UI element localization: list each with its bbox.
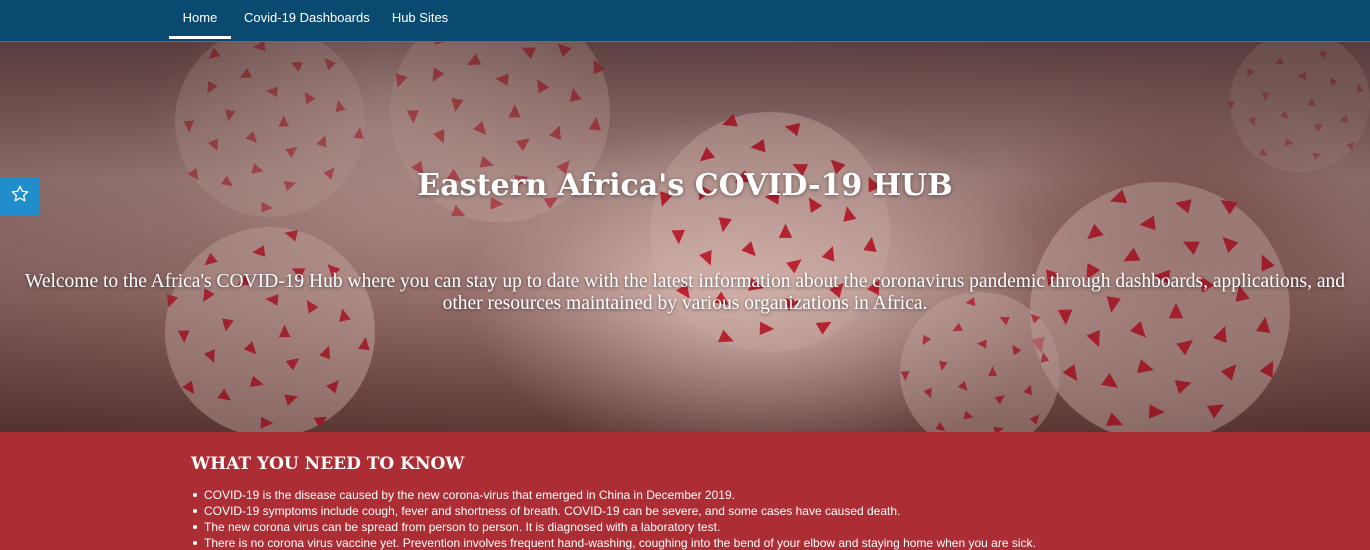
hero-overlay [0,42,1370,432]
hero-banner: Eastern Africa's COVID-19 HUB Welcome to… [0,42,1370,432]
what-you-need-to-know-section: WHAT YOU NEED TO KNOW COVID-19 is the di… [0,432,1370,550]
top-navigation-bar: Home Covid-19 Dashboards Hub Sites [0,0,1370,42]
favorite-button[interactable] [0,178,39,215]
tab-covid-19-dashboards[interactable]: Covid-19 Dashboards [244,0,370,40]
list-item: There is no corona virus vaccine yet. Pr… [191,535,1036,550]
facts-list: COVID-19 is the disease caused by the ne… [191,487,1036,550]
tab-home[interactable]: Home [169,0,231,40]
star-outline-icon [10,184,30,209]
tab-hub-sites[interactable]: Hub Sites [383,0,457,40]
section-heading: WHAT YOU NEED TO KNOW [191,454,465,474]
hero-title: Eastern Africa's COVID-19 HUB [417,168,953,203]
list-item: The new corona virus can be spread from … [191,519,1036,535]
hero-subtitle: Welcome to the Africa's COVID-19 Hub whe… [24,271,1345,314]
list-item: COVID-19 symptoms include cough, fever a… [191,503,1036,519]
page: Home Covid-19 Dashboards Hub Sites Easte… [0,0,1370,550]
list-item: COVID-19 is the disease caused by the ne… [191,487,1036,503]
